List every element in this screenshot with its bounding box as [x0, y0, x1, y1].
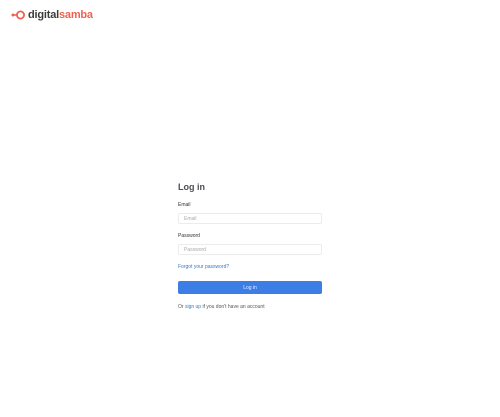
login-button[interactable]: Log in	[178, 281, 322, 294]
logo-wordmark: digitalsamba	[28, 8, 93, 22]
signup-suffix: if you don't have an account	[202, 304, 265, 310]
forgot-password-link[interactable]: Forgot your password?	[178, 264, 229, 271]
signup-link[interactable]: sign up	[185, 304, 201, 310]
email-label: Email	[178, 202, 191, 208]
password-label: Password	[178, 233, 200, 239]
page: digitalsamba Log in Email Password Forgo…	[0, 0, 500, 417]
signup-prompt: Or sign up if you don't have an account	[178, 304, 265, 311]
logo-word-samba: samba	[59, 9, 93, 21]
password-field[interactable]	[178, 244, 322, 255]
logo-mark-icon	[11, 10, 25, 20]
email-field[interactable]	[178, 213, 322, 224]
login-title: Log in	[178, 182, 205, 192]
signup-prefix: Or	[178, 304, 184, 310]
logo-word-digital: digital	[28, 9, 59, 21]
login-panel: Log in Email Password Forgot your passwo…	[178, 181, 322, 310]
brand-logo[interactable]: digitalsamba	[11, 8, 93, 22]
